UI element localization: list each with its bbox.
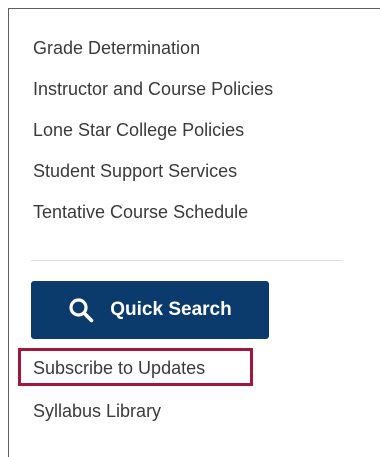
subscribe-to-updates-link[interactable]: Subscribe to Updates bbox=[33, 357, 205, 379]
nav-item-tentative-course-schedule[interactable]: Tentative Course Schedule bbox=[33, 201, 273, 242]
quick-search-button[interactable]: Quick Search bbox=[31, 281, 269, 339]
nav-item-grade-determination[interactable]: Grade Determination bbox=[33, 37, 273, 78]
nav-item-student-support-services[interactable]: Student Support Services bbox=[33, 160, 273, 201]
nav-item-instructor-course-policies[interactable]: Instructor and Course Policies bbox=[33, 78, 273, 119]
quick-search-label: Quick Search bbox=[110, 299, 232, 320]
section-divider bbox=[31, 260, 343, 261]
subscribe-highlight: Subscribe to Updates bbox=[18, 348, 253, 386]
nav-item-lone-star-college-policies[interactable]: Lone Star College Policies bbox=[33, 119, 273, 160]
syllabus-nav: Grade Determination Instructor and Cours… bbox=[33, 37, 273, 242]
search-icon bbox=[68, 297, 94, 323]
syllabus-library-link[interactable]: Syllabus Library bbox=[33, 400, 161, 422]
sidebar-panel: Grade Determination Instructor and Cours… bbox=[0, 0, 380, 457]
